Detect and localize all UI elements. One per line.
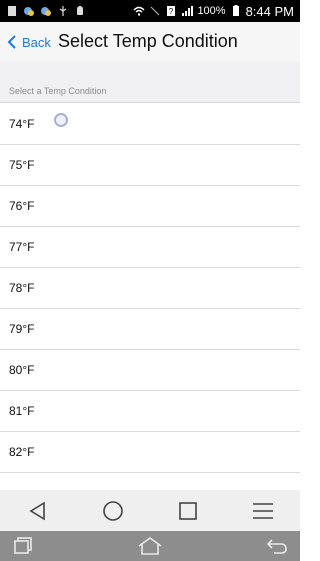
section-header-label: Select a Temp Condition: [9, 86, 107, 96]
home-key[interactable]: [98, 498, 128, 524]
back-key[interactable]: [23, 498, 53, 524]
app-notification-icon: [24, 7, 34, 16]
list-item-74f[interactable]: 74°F: [0, 104, 300, 145]
list-item-label: 76°F: [9, 199, 35, 213]
touch-indicator: [54, 113, 68, 127]
back-button[interactable]: Back: [0, 34, 51, 50]
list-item-label: 79°F: [9, 322, 35, 336]
list-item-label: 82°F: [9, 445, 35, 459]
home-button[interactable]: [137, 535, 163, 557]
app-notification-icon: [41, 7, 51, 16]
recent-apps-button[interactable]: [10, 535, 36, 557]
list-item-label: 78°F: [9, 281, 35, 295]
back-label: Back: [22, 34, 51, 50]
list-item-77f[interactable]: 77°F: [0, 227, 300, 268]
sd-card-icon: [8, 6, 16, 16]
home-circle-icon: [102, 500, 123, 521]
app-navigation-keys: [0, 490, 300, 531]
svg-text:?: ?: [169, 7, 174, 16]
home-icon: [138, 537, 162, 555]
notification-icons: [0, 5, 86, 17]
list-item-76f[interactable]: 76°F: [0, 186, 300, 227]
chevron-left-icon: [7, 35, 16, 49]
list-item-label: 80°F: [9, 363, 35, 377]
list-item-79f[interactable]: 79°F: [0, 309, 300, 350]
back-arrow-icon: [266, 539, 287, 554]
recents-key[interactable]: [173, 498, 203, 524]
status-bar: ? 100% 8:44 PM: [0, 0, 300, 22]
mute-icon: [151, 6, 160, 16]
recents-square-icon: [178, 501, 197, 520]
list-item-80f[interactable]: 80°F: [0, 350, 300, 391]
list-item-78f[interactable]: 78°F: [0, 268, 300, 309]
list-item-label: 77°F: [9, 240, 35, 254]
recent-apps-icon: [14, 537, 32, 554]
usb-icon: [59, 6, 67, 16]
menu-key[interactable]: [248, 498, 278, 524]
clock: 8:44 PM: [245, 3, 294, 19]
page-title: Select Temp Condition: [58, 31, 238, 51]
list-item-label: 74°F: [9, 117, 35, 131]
back-button-system[interactable]: [264, 535, 290, 557]
no-sim-icon: ?: [167, 6, 176, 16]
list-item-75f[interactable]: 75°F: [0, 145, 300, 186]
list-item-81f[interactable]: 81°F: [0, 391, 300, 432]
list-item-label: 81°F: [9, 404, 35, 418]
list-item-82f[interactable]: 82°F: [0, 432, 300, 473]
navigation-bar: Back Select Temp Condition: [0, 22, 300, 63]
list-item-label: 75°F: [9, 158, 35, 172]
back-triangle-icon: [28, 501, 45, 520]
battery-percentage: 100%: [197, 5, 226, 17]
section-header: Select a Temp Condition: [0, 62, 300, 103]
system-navigation-bar: [0, 531, 300, 561]
menu-icon: [252, 502, 273, 519]
wifi-icon: [133, 6, 145, 16]
system-indicators: ? 100% 8:44 PM: [133, 4, 300, 19]
android-debug-icon: [77, 6, 83, 15]
battery-icon: [232, 5, 239, 16]
temp-condition-list: 74°F 75°F 76°F 77°F 78°F 79°F 80°F 81°F …: [0, 104, 300, 473]
signal-icon: [182, 6, 194, 16]
